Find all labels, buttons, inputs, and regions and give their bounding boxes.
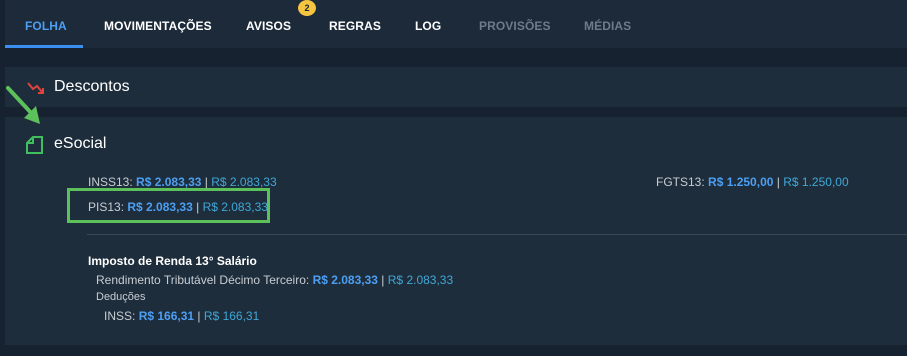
rendimento-alt-value: R$ 2.083,33 [387,273,454,287]
deducoes-label: Deduções [96,291,146,303]
inss13-label: INSS13: [88,175,133,189]
descontos-panel[interactable]: Descontos [5,67,907,107]
pis13-alt-value: R$ 2.083,33 [202,200,268,214]
tab-medias[interactable]: MÉDIAS [584,19,631,33]
ir-inss-value: R$ 166,31 [138,309,195,323]
rendimento-row: Rendimento Tributável Décimo Terceiro: R… [96,273,453,287]
inss13-value: R$ 2.083,33 [136,175,202,189]
ir-inss-label: INSS: [104,309,136,323]
tab-provisoes[interactable]: PROVISÕES [479,19,551,33]
inss13-separator: | [204,175,208,189]
inss13-alt-value: R$ 2.083,33 [211,175,277,189]
rendimento-label: Rendimento Tributável Décimo Terceiro: [96,273,310,287]
active-tab-indicator [5,45,83,48]
esocial-title: eSocial [54,135,107,152]
section-divider [87,234,907,235]
fgts13-row: FGTS13: R$ 1.250,00 | R$ 1.250,00 [656,175,849,189]
inss13-row: INSS13: R$ 2.083,33 | R$ 2.083,33 [88,175,277,189]
pis13-row: PIS13: R$ 2.083,33 | R$ 2.083,33 [88,200,268,214]
rendimento-separator: | [381,273,385,287]
ir-inss-row: INSS: R$ 166,31 | R$ 166,31 [104,309,259,323]
annotation-arrow-icon [6,86,40,124]
document-icon [26,136,43,154]
fgts13-alt-value: R$ 1.250,00 [783,175,849,189]
pis13-value: R$ 2.083,33 [127,200,193,214]
avisos-count-badge: 2 [298,0,316,16]
pis13-separator: | [196,200,200,214]
ir-title: Imposto de Renda 13° Salário [88,254,257,268]
pis13-label: PIS13: [88,200,125,214]
tab-movimentacoes[interactable]: MOVIMENTAÇÕES [104,19,212,33]
tab-folha[interactable]: FOLHA [25,19,67,33]
descontos-title: Descontos [54,78,130,95]
ir-inss-separator: | [197,309,201,323]
ir-inss-alt-value: R$ 166,31 [203,309,260,323]
fgts13-label: FGTS13: [656,175,705,189]
tab-regras[interactable]: REGRAS [329,19,381,33]
fgts13-separator: | [776,175,780,189]
tab-avisos[interactable]: AVISOS [246,19,291,33]
tab-log[interactable]: LOG [415,19,441,33]
fgts13-value: R$ 1.250,00 [708,175,774,189]
rendimento-value: R$ 2.083,33 [312,273,378,287]
